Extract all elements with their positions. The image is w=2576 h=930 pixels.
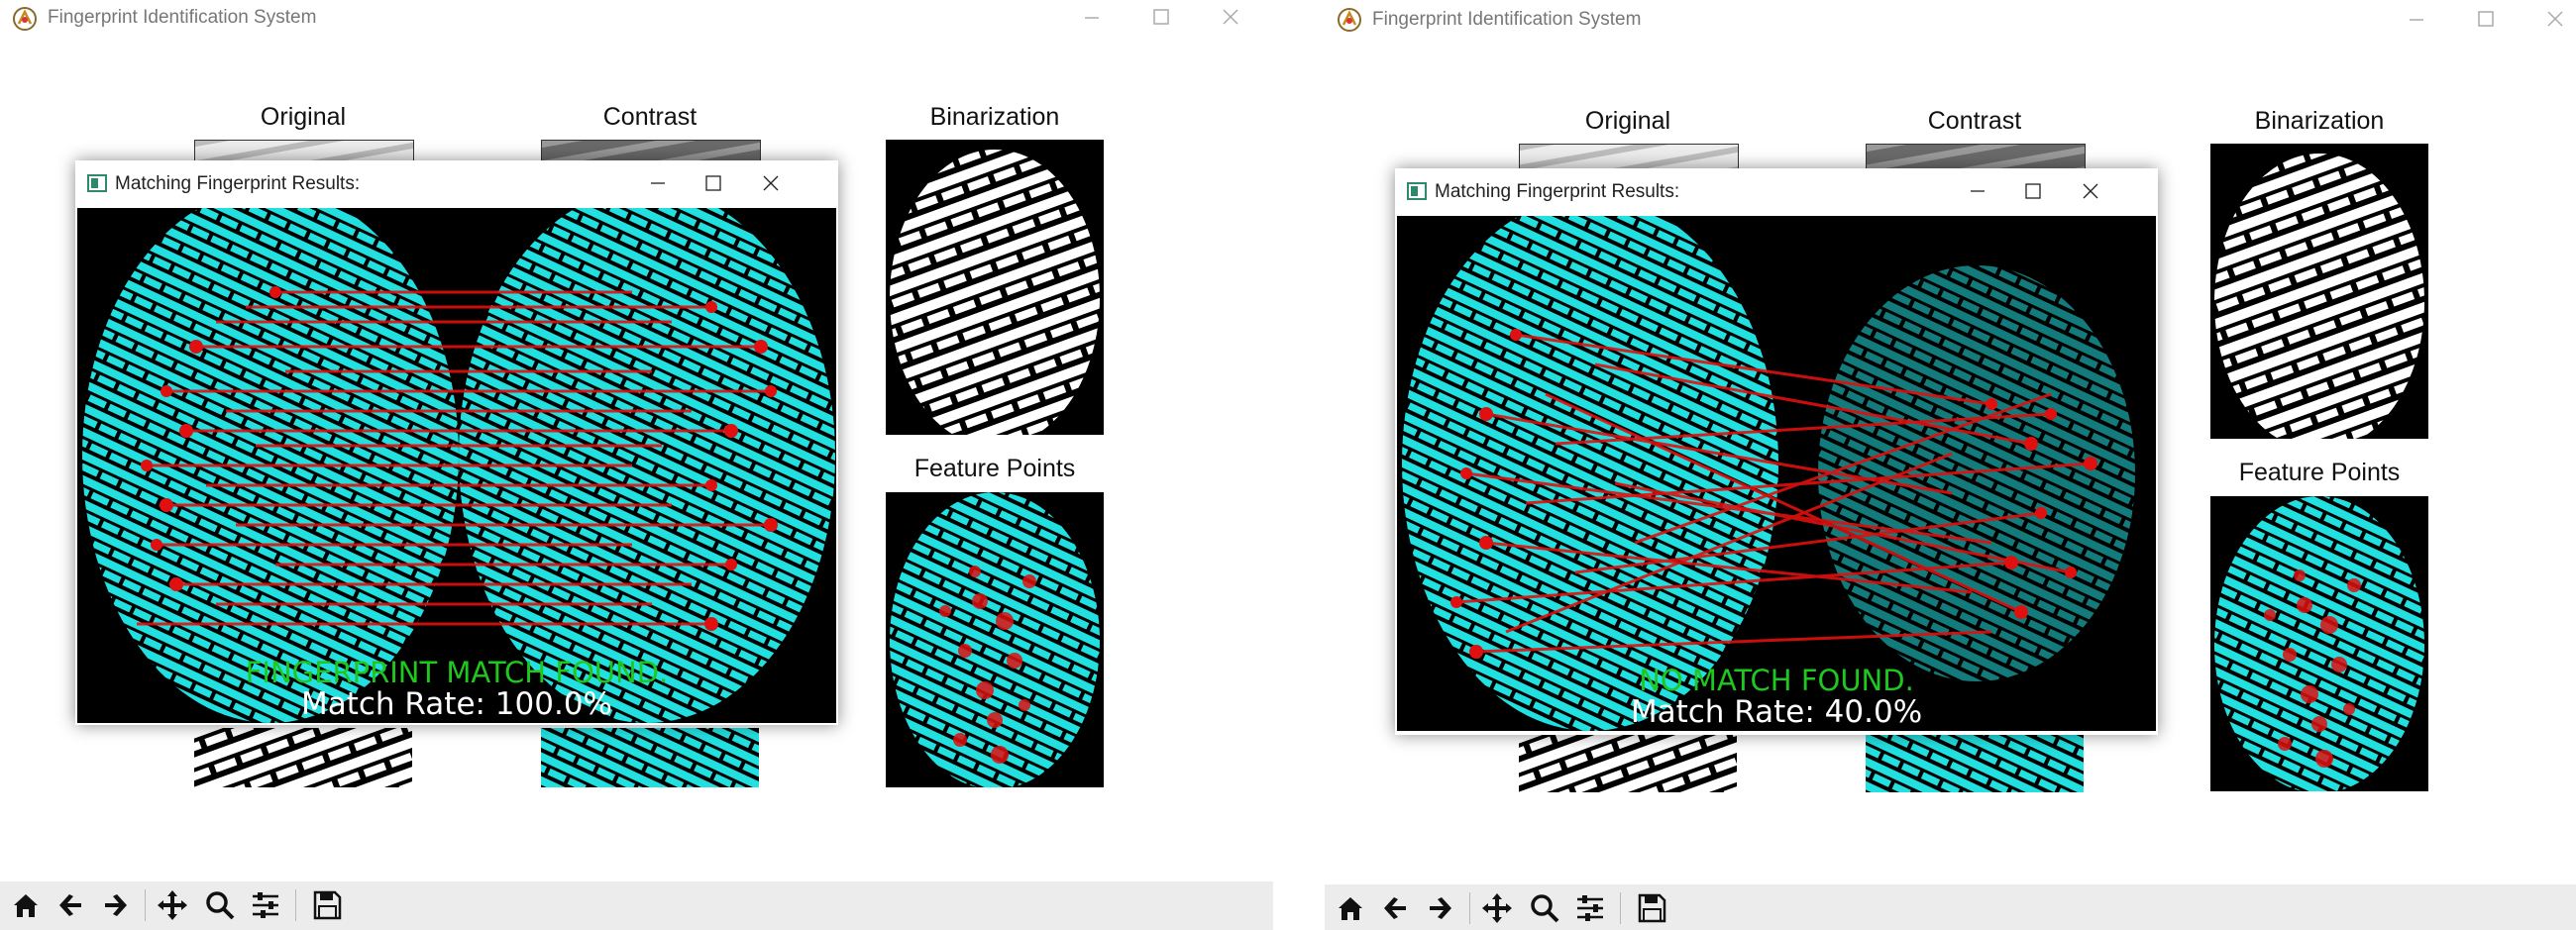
binarized-thumbnail: [194, 728, 412, 787]
dialog-title-bar[interactable]: Matching Fingerprint Results:: [75, 160, 838, 208]
panel-title-contrast: Contrast: [1927, 107, 2022, 135]
image-window-icon: [1407, 182, 1427, 200]
plot-toolbar: [1325, 884, 2576, 930]
thinned-thumbnail: [1866, 733, 2084, 792]
window-title: Fingerprint Identification System: [1372, 9, 1642, 30]
dialog-minimize-icon[interactable]: [638, 166, 678, 200]
window-2: Fingerprint Identification System Origin…: [1325, 0, 2576, 930]
match-result-text: FINGERPRINT MATCH FOUND.: [245, 656, 669, 689]
dialog-maximize-icon[interactable]: [2013, 174, 2053, 208]
save-icon[interactable]: [1632, 888, 1671, 928]
maximize-icon[interactable]: [1139, 2, 1183, 32]
app-icon: [13, 7, 37, 31]
panel-title-feature-points: Feature Points: [913, 455, 1076, 482]
maximize-icon[interactable]: [2464, 4, 2508, 34]
back-arrow-icon[interactable]: [1376, 888, 1416, 928]
panel-title-feature-points: Feature Points: [2238, 459, 2401, 486]
save-icon[interactable]: [307, 885, 347, 925]
title-bar[interactable]: Fingerprint Identification System: [0, 0, 1273, 38]
close-icon[interactable]: [2533, 4, 2576, 34]
configure-subplots-icon[interactable]: [246, 885, 285, 925]
forward-arrow-icon[interactable]: [1420, 888, 1459, 928]
thinned-thumbnail: [541, 728, 759, 787]
image-window-icon: [87, 174, 107, 192]
match-result-image: FINGERPRINT MATCH FOUND. Match Rate: 100…: [77, 208, 836, 723]
dialog-title: Matching Fingerprint Results:: [1435, 181, 1680, 202]
dialog-close-icon[interactable]: [2071, 174, 2110, 208]
minimize-icon[interactable]: [1070, 2, 1114, 32]
match-rate-text: Match Rate: 100.0%: [300, 686, 613, 722]
minimize-icon[interactable]: [2395, 4, 2438, 34]
dialog-close-icon[interactable]: [751, 166, 791, 200]
panel-title-binarization: Binarization: [2254, 107, 2385, 135]
toolbar-separator: [1469, 892, 1470, 924]
binarization-image: [2210, 144, 2428, 439]
app-icon: [1338, 8, 1361, 32]
home-icon[interactable]: [1331, 888, 1370, 928]
zoom-icon[interactable]: [1525, 888, 1564, 928]
toolbar-separator: [1620, 892, 1621, 924]
configure-subplots-icon[interactable]: [1570, 888, 1610, 928]
match-rate-text: Match Rate: 40.0%: [1630, 694, 1923, 730]
feature-points-image: [2210, 496, 2428, 791]
matching-results-dialog: Matching Fingerprint Results:: [1395, 168, 2158, 735]
zoom-icon[interactable]: [200, 885, 240, 925]
window-title: Fingerprint Identification System: [48, 7, 317, 28]
plot-toolbar: [0, 881, 1273, 930]
binarization-image: [886, 140, 1104, 435]
toolbar-separator: [145, 889, 146, 921]
matching-results-dialog: Matching Fingerprint Results:: [75, 160, 838, 725]
dialog-maximize-icon[interactable]: [694, 166, 733, 200]
pan-icon[interactable]: [153, 885, 192, 925]
dialog-minimize-icon[interactable]: [1958, 174, 1997, 208]
binarized-thumbnail: [1519, 733, 1737, 792]
toolbar-separator: [295, 889, 296, 921]
back-arrow-icon[interactable]: [52, 885, 91, 925]
panel-title-binarization: Binarization: [929, 103, 1060, 131]
panel-title-contrast: Contrast: [602, 103, 698, 131]
dialog-title: Matching Fingerprint Results:: [115, 173, 361, 194]
dialog-title-bar[interactable]: Matching Fingerprint Results:: [1395, 168, 2158, 216]
pan-icon[interactable]: [1477, 888, 1517, 928]
title-bar[interactable]: Fingerprint Identification System: [1325, 0, 2576, 38]
feature-points-image: [886, 492, 1104, 787]
home-icon[interactable]: [6, 885, 46, 925]
panel-title-original: Original: [260, 103, 347, 131]
close-icon[interactable]: [1209, 2, 1252, 32]
match-result-text: NO MATCH FOUND.: [1639, 664, 1914, 697]
match-result-image: NO MATCH FOUND. Match Rate: 40.0%: [1397, 216, 2156, 731]
forward-arrow-icon[interactable]: [95, 885, 135, 925]
panel-title-original: Original: [1584, 107, 1671, 135]
window-1: Fingerprint Identification System Origin…: [0, 0, 1273, 930]
